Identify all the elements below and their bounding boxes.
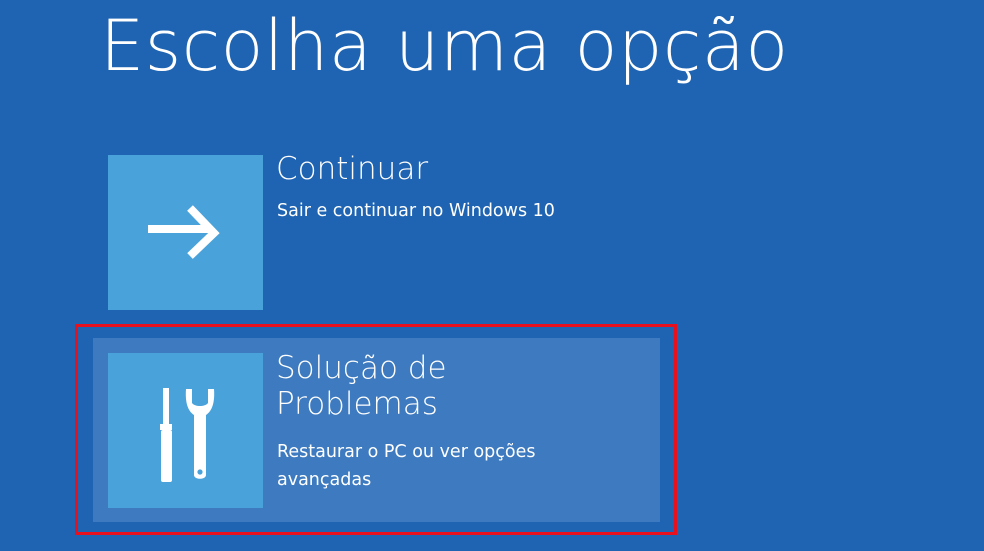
continue-title-line: Continuar — [276, 151, 429, 187]
troubleshoot-tile — [108, 353, 263, 508]
troubleshoot-description: Restaurar o PC ou ver opções avançadas — [277, 438, 535, 494]
troubleshoot-description-line-1: Restaurar o PC ou ver opções — [277, 442, 536, 462]
troubleshoot-description-line-2: avançadas — [277, 470, 372, 490]
continue-title: Continuar — [276, 151, 428, 187]
continue-tile — [108, 155, 263, 310]
troubleshoot-title-line-2: Problemas — [276, 386, 438, 422]
continue-option[interactable]: Continuar Sair e continuar no Windows 10 — [93, 140, 660, 324]
troubleshoot-option[interactable]: Solução de Problemas Restaurar o PC ou v… — [93, 338, 660, 522]
page-title: Escolha uma opção — [100, 5, 789, 87]
continue-description: Sair e continuar no Windows 10 — [277, 197, 555, 225]
troubleshoot-title-line-1: Solução de — [276, 350, 447, 386]
arrow-right-icon — [148, 205, 220, 259]
continue-description-line: Sair e continuar no Windows 10 — [277, 201, 555, 221]
tools-icon — [160, 388, 215, 482]
troubleshoot-title: Solução de Problemas — [276, 350, 447, 422]
